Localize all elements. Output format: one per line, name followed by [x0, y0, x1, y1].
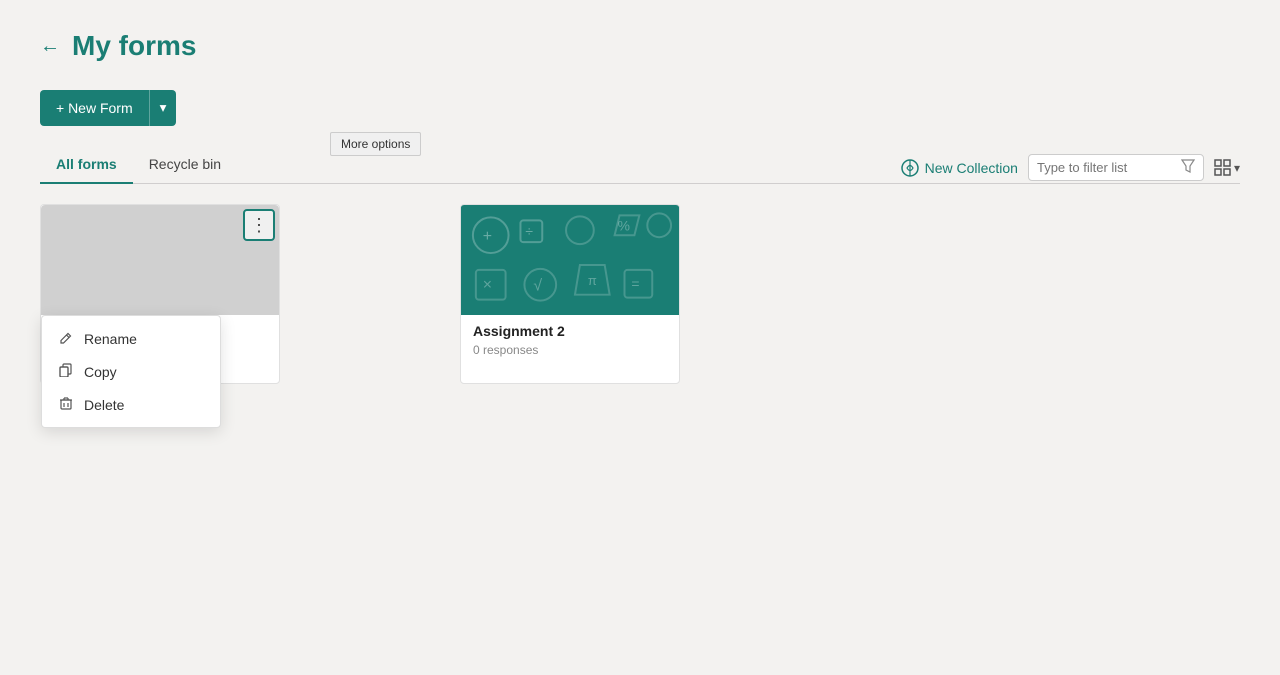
- svg-text:×: ×: [483, 277, 492, 294]
- new-collection-label: New Collection: [925, 160, 1018, 176]
- svg-text:÷: ÷: [525, 223, 533, 239]
- more-options-tooltip: More options: [330, 132, 421, 156]
- filter-wrap: [1028, 154, 1204, 181]
- svg-text:=: =: [631, 276, 639, 292]
- form-card-title: Assignment 2: [473, 323, 667, 339]
- filter-icon: [1181, 159, 1195, 176]
- context-menu-copy[interactable]: Copy: [42, 355, 220, 388]
- copy-icon: [58, 363, 74, 380]
- tab-recycle-bin[interactable]: Recycle bin: [133, 146, 237, 184]
- form-card-assignment2[interactable]: + ÷ % × √ π =: [460, 204, 680, 384]
- back-button[interactable]: ←: [40, 35, 60, 58]
- context-menu-delete[interactable]: Delete: [42, 388, 220, 421]
- toolbar: + New Form ▾: [40, 90, 1240, 126]
- svg-text:√: √: [533, 278, 542, 295]
- page-header: ← My forms: [40, 30, 1240, 62]
- tab-all-forms[interactable]: All forms: [40, 146, 133, 184]
- right-toolbar: New Collection ▾: [901, 154, 1240, 181]
- svg-text:π: π: [588, 273, 597, 288]
- form-thumbnail: + ÷ % × √ π =: [461, 205, 679, 315]
- page-title: My forms: [72, 30, 196, 62]
- chevron-down-icon: ▾: [1234, 161, 1240, 175]
- context-menu: Rename Copy: [41, 315, 221, 428]
- rename-icon: [58, 330, 74, 347]
- filter-input[interactable]: [1037, 160, 1177, 175]
- rename-label: Rename: [84, 331, 137, 347]
- teal-pattern-svg: + ÷ % × √ π =: [461, 205, 679, 315]
- delete-icon: [58, 396, 74, 413]
- new-form-dropdown-button[interactable]: ▾: [149, 90, 177, 126]
- more-options-button[interactable]: ⋮: [243, 209, 275, 241]
- cards-area: Math assignments ⋮ Rename: [40, 204, 1240, 384]
- delete-label: Delete: [84, 397, 124, 413]
- copy-label: Copy: [84, 364, 117, 380]
- form-card-responses: 0 responses: [473, 343, 667, 357]
- collection-card-math: Math assignments ⋮ Rename: [40, 204, 280, 384]
- context-menu-rename[interactable]: Rename: [42, 322, 220, 355]
- svg-text:%: %: [618, 217, 630, 233]
- view-toggle-button[interactable]: ▾: [1214, 159, 1240, 177]
- form-card-body: Assignment 2 0 responses: [461, 315, 679, 365]
- new-collection-button[interactable]: New Collection: [901, 159, 1018, 177]
- svg-text:+: +: [483, 228, 492, 245]
- collection-icon: [901, 159, 919, 177]
- grid-icon: [1214, 159, 1232, 177]
- chevron-down-icon: ▾: [160, 100, 167, 116]
- new-form-button[interactable]: + New Form: [40, 90, 149, 126]
